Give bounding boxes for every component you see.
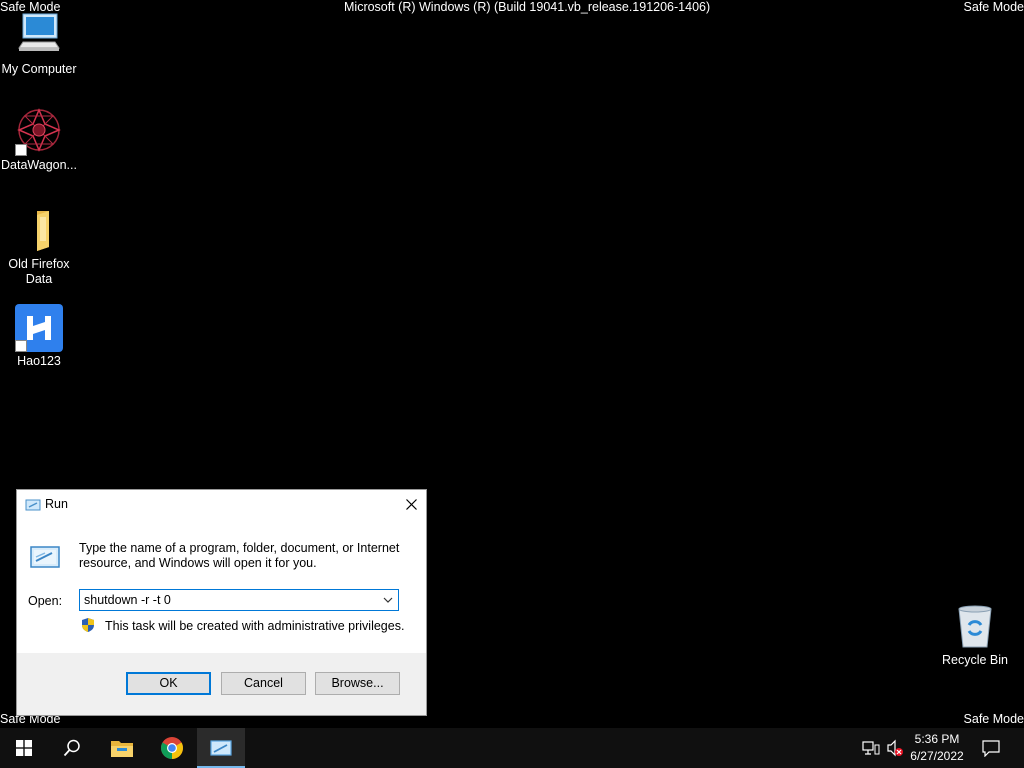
close-button[interactable] [396,490,426,519]
build-string: Microsoft (R) Windows (R) (Build 19041.v… [344,0,711,14]
hao123-icon [15,304,63,352]
safe-mode-label-top-right: Safe Mode [963,0,1024,14]
run-dialog-footer: OK Cancel Browse... [17,653,426,715]
taskbar: 5:36 PM 6/27/2022 [0,728,1024,768]
safe-mode-label-bottom-right: Safe Mode [963,712,1024,726]
clock[interactable]: 5:36 PM 6/27/2022 [906,731,968,765]
close-icon [405,499,417,510]
desktop-icon-hao123[interactable]: Hao123 [0,304,78,369]
folder-icon [15,207,63,255]
ok-button[interactable]: OK [126,672,211,695]
open-input[interactable] [84,592,374,608]
start-button[interactable] [0,728,48,768]
taskbar-file-explorer[interactable] [98,728,146,768]
file-explorer-icon [111,741,133,757]
run-dialog: Run Type the name of a program, folder, … [16,489,427,716]
run-title-icon [25,498,41,515]
taskbar-chrome[interactable] [148,728,196,768]
desktop-icon-recycle-bin[interactable]: Recycle Bin [936,603,1014,668]
uac-shield-icon [80,617,96,633]
desktop-icon-datawagon[interactable]: DataWagon... [0,108,78,173]
desktop-icon-my-computer[interactable]: My Computer [0,12,78,77]
search-button[interactable] [48,728,96,768]
open-label: Open: [28,594,63,608]
network-icon[interactable] [862,740,880,761]
taskbar-run[interactable] [197,728,245,768]
shortcut-arrow-icon [15,340,27,352]
chrome-icon [161,737,183,759]
run-large-icon [29,544,61,573]
volume-muted-icon[interactable] [886,739,904,762]
computer-icon [15,12,63,60]
run-title: Run [45,497,68,511]
run-icon [210,740,232,756]
open-combobox[interactable] [79,589,399,611]
run-description: Type the name of a program, folder, docu… [79,541,400,570]
clock-time: 5:36 PM [914,732,960,746]
browse-button[interactable]: Browse... [315,672,400,695]
shortcut-arrow-icon [15,144,27,156]
recycle-bin-icon [951,603,999,651]
notification-icon[interactable] [982,739,1000,762]
clock-date: 6/27/2022 [910,749,964,763]
start-icon [16,740,32,756]
chevron-down-icon[interactable] [380,592,396,608]
desktop-icon-old-firefox-data[interactable]: Old Firefox Data [0,207,78,287]
search-icon [63,739,80,757]
run-titlebar[interactable]: Run [17,490,426,519]
datawagon-icon [15,108,63,156]
cancel-button[interactable]: Cancel [221,672,306,695]
admin-privileges-note: This task will be created with administr… [105,619,405,633]
